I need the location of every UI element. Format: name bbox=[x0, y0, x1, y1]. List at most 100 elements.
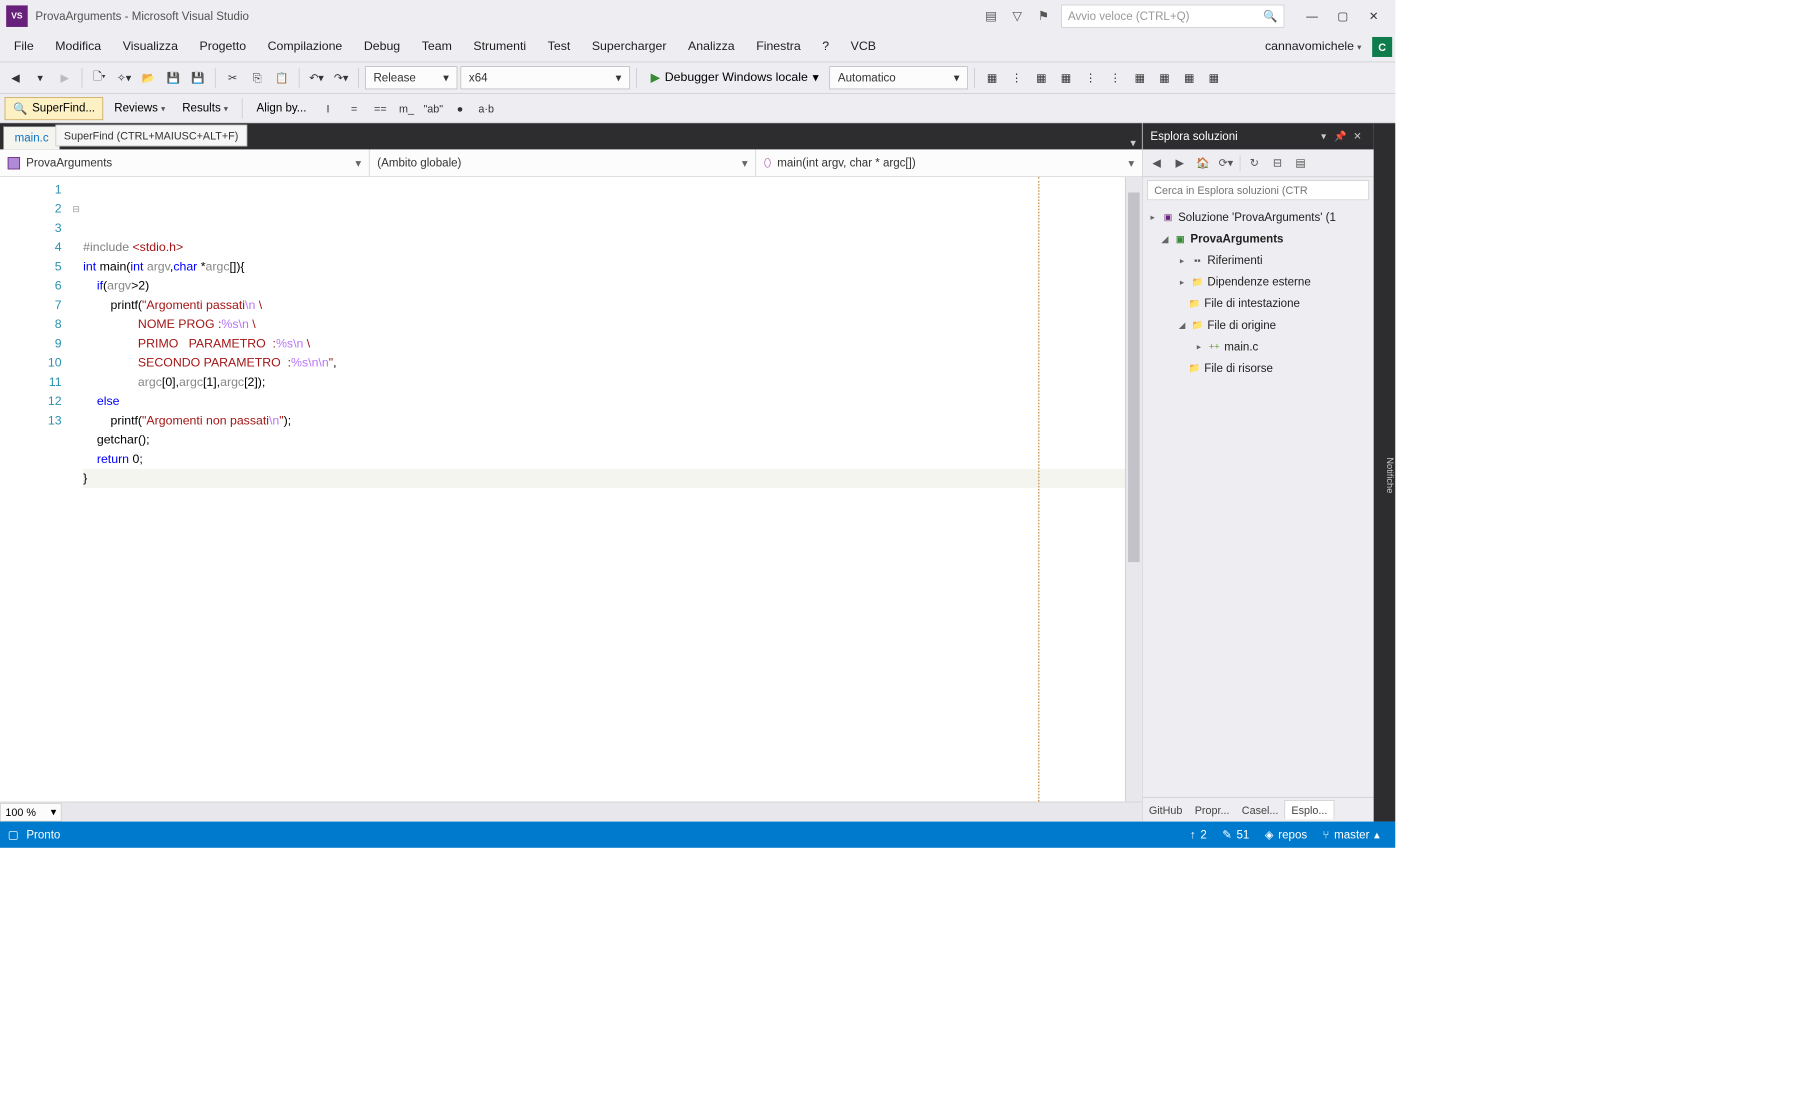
solution-search-input[interactable] bbox=[1147, 180, 1369, 200]
menu-modifica[interactable]: Modifica bbox=[44, 35, 111, 58]
tab-overflow-button[interactable]: ▾ bbox=[1124, 136, 1142, 149]
home-fwd-button[interactable]: ▶ bbox=[1170, 154, 1188, 172]
status-layout-icon[interactable]: ▢ bbox=[8, 828, 19, 842]
fold-column[interactable]: ⊟ bbox=[69, 177, 83, 801]
notifications-icon[interactable]: ▤ bbox=[980, 5, 1002, 27]
extra-btn-2[interactable]: ⋮ bbox=[1006, 67, 1028, 89]
code-body[interactable]: #include <stdio.h>int main(int argv,char… bbox=[83, 177, 1125, 801]
superfind-button[interactable]: 🔍SuperFind... bbox=[5, 97, 104, 120]
tab-github[interactable]: GitHub bbox=[1143, 800, 1189, 818]
menu-team[interactable]: Team bbox=[411, 35, 463, 58]
menu-finestra[interactable]: Finestra bbox=[745, 35, 811, 58]
reviews-dropdown[interactable]: Reviews bbox=[108, 99, 171, 118]
code-editor[interactable]: 12345678910111213 ⊟ #include <stdio.h>in… bbox=[0, 177, 1142, 801]
close-button[interactable]: ✕ bbox=[1358, 5, 1389, 28]
user-avatar[interactable]: C bbox=[1372, 37, 1392, 57]
menu-debug[interactable]: Debug bbox=[353, 35, 411, 58]
results-dropdown[interactable]: Results bbox=[176, 99, 234, 118]
vertical-scrollbar[interactable] bbox=[1125, 177, 1142, 801]
project-combo[interactable]: ProvaArguments▾ bbox=[0, 149, 370, 176]
save-all-button[interactable]: 💾 bbox=[187, 67, 209, 89]
tree-solution[interactable]: ▸▣Soluzione 'ProvaArguments' (1 bbox=[1143, 206, 1374, 228]
flag-icon[interactable]: ▽ bbox=[1006, 5, 1028, 27]
menu-supercharger[interactable]: Supercharger bbox=[581, 35, 677, 58]
zoom-dropdown[interactable]: 100 %▾ bbox=[0, 803, 62, 821]
status-branch[interactable]: ⑂master ▴ bbox=[1315, 828, 1388, 842]
sync-button[interactable]: ⟳▾ bbox=[1217, 154, 1235, 172]
minimize-button[interactable]: — bbox=[1297, 5, 1328, 28]
tab-main-c[interactable]: main.c bbox=[3, 126, 60, 149]
home-button[interactable]: 🏠 bbox=[1194, 154, 1212, 172]
tree-project[interactable]: ◢▣ProvaArguments bbox=[1143, 228, 1374, 250]
tab-esplo[interactable]: Esplo... bbox=[1285, 800, 1335, 819]
panel-dropdown-button[interactable]: ▾ bbox=[1315, 130, 1332, 142]
menu-strumenti[interactable]: Strumenti bbox=[463, 35, 537, 58]
new-project-button[interactable]: 🗋▾ bbox=[89, 67, 111, 89]
quick-launch-input[interactable]: Avvio veloce (CTRL+Q) 🔍 bbox=[1061, 5, 1284, 28]
horizontal-scrollbar[interactable] bbox=[65, 803, 1142, 820]
tree-ext[interactable]: ▸📁Dipendenze esterne bbox=[1143, 271, 1374, 293]
tab-propr[interactable]: Propr... bbox=[1189, 800, 1236, 818]
align-opt-6[interactable]: ● bbox=[449, 97, 471, 119]
menu-help[interactable]: ? bbox=[811, 35, 839, 58]
alignby-button[interactable]: Align by... bbox=[250, 99, 312, 118]
nav-back-drop[interactable]: ▾ bbox=[29, 67, 51, 89]
undo-button[interactable]: ↶▾ bbox=[306, 67, 328, 89]
extra-btn-1[interactable]: ▦ bbox=[981, 67, 1003, 89]
nav-forward-button[interactable]: ▶ bbox=[54, 67, 76, 89]
solution-tree[interactable]: ▸▣Soluzione 'ProvaArguments' (1 ◢▣ProvaA… bbox=[1143, 203, 1374, 797]
auto-dropdown[interactable]: Automatico▾ bbox=[829, 66, 968, 89]
cut-button[interactable]: ✂ bbox=[222, 67, 244, 89]
panel-close-button[interactable]: ✕ bbox=[1349, 130, 1366, 142]
extra-btn-10[interactable]: ▦ bbox=[1203, 67, 1225, 89]
tree-resources[interactable]: 📁File di risorse bbox=[1143, 357, 1374, 379]
feedback-icon[interactable]: ⚑ bbox=[1033, 5, 1055, 27]
align-opt-5[interactable]: "ab" bbox=[422, 97, 445, 119]
collapse-button[interactable]: ⊟ bbox=[1268, 154, 1286, 172]
nav-back-button[interactable]: ◀ bbox=[5, 67, 27, 89]
panel-pin-button[interactable]: 📌 bbox=[1332, 130, 1349, 142]
copy-button[interactable]: ⎘ bbox=[246, 67, 268, 89]
menu-analizza[interactable]: Analizza bbox=[677, 35, 745, 58]
home-back-button[interactable]: ◀ bbox=[1147, 154, 1165, 172]
menu-progetto[interactable]: Progetto bbox=[189, 35, 257, 58]
user-menu[interactable]: cannavomichele bbox=[1259, 37, 1368, 57]
new-file-button[interactable]: ✧▾ bbox=[113, 67, 135, 89]
menu-vcb[interactable]: VCB bbox=[840, 35, 887, 58]
start-debug-button[interactable]: ▶Debugger Windows locale ▾ bbox=[643, 66, 826, 89]
extra-btn-5[interactable]: ⋮ bbox=[1080, 67, 1102, 89]
align-opt-7[interactable]: a·b bbox=[475, 97, 497, 119]
menu-test[interactable]: Test bbox=[537, 35, 581, 58]
menu-visualizza[interactable]: Visualizza bbox=[112, 35, 189, 58]
extra-btn-6[interactable]: ⋮ bbox=[1104, 67, 1126, 89]
tab-casel[interactable]: Casel... bbox=[1236, 800, 1285, 818]
save-button[interactable]: 💾 bbox=[162, 67, 184, 89]
align-opt-4[interactable]: m_ bbox=[396, 97, 418, 119]
tree-headers[interactable]: 📁File di intestazione bbox=[1143, 293, 1374, 315]
extra-btn-8[interactable]: ▦ bbox=[1154, 67, 1176, 89]
menu-compilazione[interactable]: Compilazione bbox=[257, 35, 353, 58]
redo-button[interactable]: ↷▾ bbox=[330, 67, 352, 89]
extra-btn-7[interactable]: ▦ bbox=[1129, 67, 1151, 89]
menu-file[interactable]: File bbox=[3, 35, 44, 58]
extra-btn-3[interactable]: ▦ bbox=[1030, 67, 1052, 89]
refresh-button[interactable]: ↻ bbox=[1245, 154, 1263, 172]
platform-dropdown[interactable]: x64▾ bbox=[460, 66, 629, 89]
properties-button[interactable]: ▤ bbox=[1291, 154, 1309, 172]
paste-button[interactable]: 📋 bbox=[271, 67, 293, 89]
function-combo[interactable]: ⬯main(int argv, char * argc[])▾ bbox=[756, 149, 1142, 176]
notifications-tab[interactable]: Notifiche bbox=[1384, 458, 1395, 494]
tree-refs[interactable]: ▸▪▪Riferimenti bbox=[1143, 249, 1374, 271]
align-opt-1[interactable]: I bbox=[317, 97, 339, 119]
scope-combo[interactable]: (Ambito globale)▾ bbox=[370, 149, 757, 176]
status-repo[interactable]: ◈repos bbox=[1257, 828, 1315, 842]
open-button[interactable]: 📂 bbox=[138, 67, 160, 89]
tree-sources[interactable]: ◢📁File di origine bbox=[1143, 314, 1374, 336]
align-opt-3[interactable]: == bbox=[370, 97, 392, 119]
maximize-button[interactable]: ▢ bbox=[1327, 5, 1358, 28]
extra-btn-9[interactable]: ▦ bbox=[1178, 67, 1200, 89]
tree-mainc[interactable]: ▸++main.c bbox=[1143, 336, 1374, 358]
align-opt-2[interactable]: = bbox=[343, 97, 365, 119]
config-dropdown[interactable]: Release▾ bbox=[365, 66, 457, 89]
extra-btn-4[interactable]: ▦ bbox=[1055, 67, 1077, 89]
